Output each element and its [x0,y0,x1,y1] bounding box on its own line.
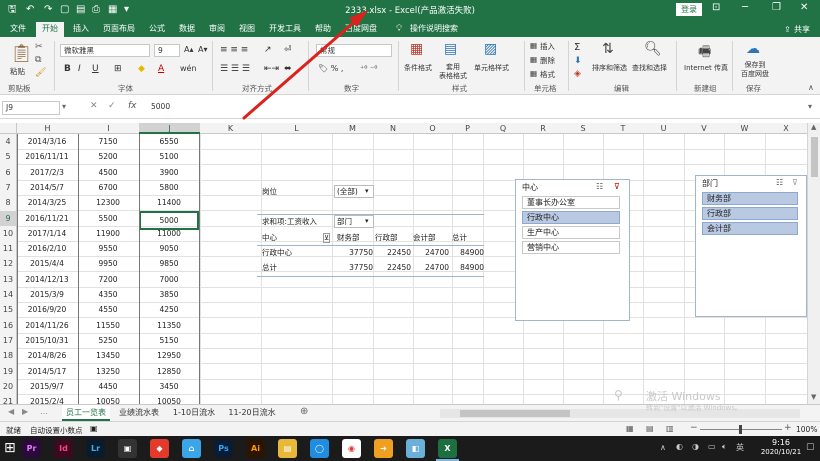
annotation-arrow [242,10,368,120]
excel-window: 🖫 ↶ ↷ ▢ ▤ ⎙ ▦ ▾ 2333.xlsx - Excel(产品激活失败… [0,0,820,461]
